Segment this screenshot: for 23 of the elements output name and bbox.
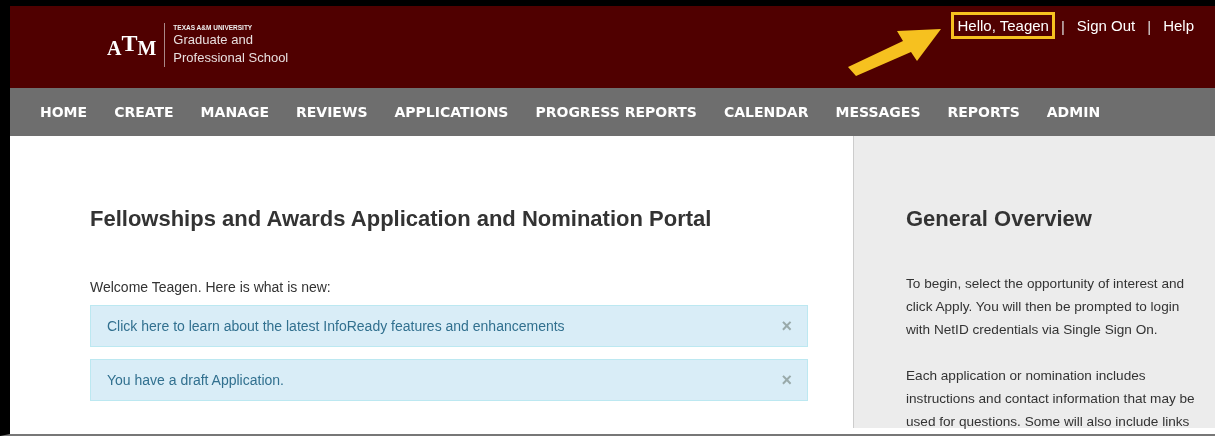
page-title: Fellowships and Awards Application and Nomination Portal	[90, 206, 713, 232]
school-name: Graduate and Professional School	[173, 30, 289, 67]
link-separator: |	[1060, 18, 1065, 35]
welcome-text: Welcome Teagen. Here is what is new:	[90, 279, 332, 295]
alert-link[interactable]: Click here to learn about the latest InfoReady features and enhancements	[107, 318, 565, 334]
nav-item[interactable]: ADMIN	[1046, 104, 1101, 120]
sidebar-title: General Overview	[906, 206, 1093, 232]
nav-item[interactable]: PROGRESS REPORTS	[535, 104, 697, 120]
nav-item[interactable]: APPLICATIONS	[394, 104, 509, 120]
nav-item[interactable]: CALENDAR	[723, 104, 809, 120]
link-separator: |	[1147, 18, 1152, 35]
alert-link[interactable]: You have a draft Application.	[107, 372, 284, 388]
header-link[interactable]: Hello, Teagen	[951, 12, 1055, 39]
nav-item[interactable]: REPORTS	[947, 104, 1020, 120]
nav-item[interactable]: REVIEWS	[296, 104, 368, 120]
header-link[interactable]: Sign Out	[1070, 12, 1142, 39]
nav-item[interactable]: CREATE	[114, 104, 174, 120]
sidebar-paragraph: Each application or nomination includes instructions and contact information that may be used for questions. Some will also include links	[906, 367, 1196, 431]
sidebar-paragraph: To begin, select the opportunity of interest and click Apply. You will then be prompted to login with NetID credentials via Single Sign On.	[906, 275, 1186, 339]
nav-item[interactable]: MESSAGES	[835, 104, 921, 120]
nav-item[interactable]: MANAGE	[200, 104, 269, 120]
header-link[interactable]: Help	[1157, 12, 1200, 39]
nav-item[interactable]: HOME	[40, 104, 88, 120]
